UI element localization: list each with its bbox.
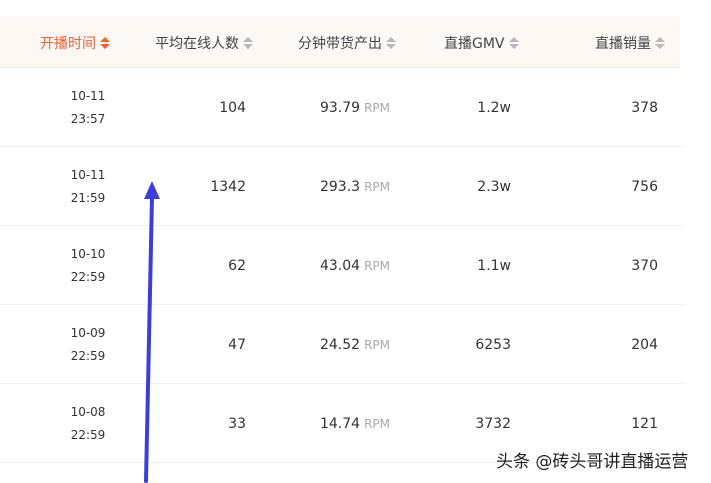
column-header-label: 开播时间 (40, 35, 96, 52)
gmv-cell: 2.3w (477, 178, 511, 195)
table-row[interactable]: 10-09 22:59 47 24.52 RPM 6253 204 (0, 305, 684, 384)
start-time-cell: 10-09 22:59 (60, 305, 116, 384)
rpm-unit: RPM (364, 100, 390, 115)
gmv-cell: 6253 (475, 336, 511, 353)
avg-online-cell: 47 (228, 336, 246, 353)
column-header-label: 分钟带货产出 (298, 35, 382, 52)
per-minute-output-cell: 293.3 RPM (280, 147, 390, 226)
start-time: 22:59 (70, 348, 106, 363)
sales-cell: 756 (631, 178, 658, 195)
per-minute-output-cell: 24.52 RPM (280, 305, 390, 384)
start-time: 22:59 (70, 269, 106, 284)
per-minute-value: 293.3 (319, 178, 361, 195)
per-minute-value: 24.52 (319, 336, 361, 353)
start-date: 10-11 (70, 167, 106, 182)
watermark: 头条 @砖头哥讲直播运营 (496, 452, 689, 472)
per-minute-output-cell: 14.74 RPM (280, 384, 390, 463)
start-time-cell: 10-11 21:59 (60, 147, 116, 226)
sales-cell: 378 (631, 99, 658, 116)
start-date: 10-09 (70, 325, 106, 340)
rpm-unit: RPM (364, 179, 390, 194)
rpm-unit: RPM (364, 258, 390, 273)
column-header-label: 直播销量 (595, 35, 651, 52)
avg-online-cell: 33 (228, 415, 246, 432)
column-header-label: 直播GMV (444, 35, 505, 52)
sort-icon[interactable] (100, 36, 110, 49)
start-time-cell: 10-11 23:57 (60, 68, 116, 147)
column-header-avg-online[interactable]: 平均在线人数 (155, 17, 253, 68)
start-date: 10-11 (70, 88, 106, 103)
gmv-cell: 1.2w (477, 99, 511, 116)
sales-cell: 204 (631, 336, 658, 353)
per-minute-output-cell: 93.79 RPM (280, 68, 390, 147)
live-sessions-table: 开播时间 平均在线人数 分钟带货产出 直播GMV 直播销量 10-11 23:5… (0, 17, 684, 463)
table-row[interactable]: 10-11 21:59 1342 293.3 RPM 2.3w 756 (0, 147, 684, 226)
per-minute-value: 93.79 (319, 99, 361, 116)
avg-online-cell: 62 (228, 257, 246, 274)
start-date: 10-08 (70, 404, 106, 419)
per-minute-value: 14.74 (319, 415, 361, 432)
column-header-per-minute-output[interactable]: 分钟带货产出 (298, 17, 396, 68)
gmv-cell: 1.1w (477, 257, 511, 274)
start-date: 10-10 (70, 246, 106, 261)
start-time-cell: 10-10 22:59 (60, 226, 116, 305)
start-time: 21:59 (70, 190, 106, 205)
table-header: 开播时间 平均在线人数 分钟带货产出 直播GMV 直播销量 (0, 17, 680, 68)
page: 开播时间 平均在线人数 分钟带货产出 直播GMV 直播销量 10-11 23:5… (0, 0, 711, 483)
avg-online-cell: 104 (219, 99, 246, 116)
sort-icon[interactable] (508, 36, 519, 49)
rpm-unit: RPM (364, 337, 390, 352)
start-time: 22:59 (70, 427, 106, 442)
table-row[interactable]: 10-10 22:59 62 43.04 RPM 1.1w 370 (0, 226, 684, 305)
per-minute-output-cell: 43.04 RPM (280, 226, 390, 305)
sales-cell: 370 (631, 257, 658, 274)
sort-icon[interactable] (243, 36, 253, 49)
sort-icon[interactable] (655, 36, 665, 49)
column-header-start-time[interactable]: 开播时间 (40, 17, 110, 68)
rpm-unit: RPM (364, 416, 390, 431)
per-minute-value: 43.04 (319, 257, 361, 274)
start-time: 23:57 (70, 111, 106, 126)
table-row[interactable]: 10-11 23:57 104 93.79 RPM 1.2w 378 (0, 68, 684, 147)
start-time-cell: 10-08 22:59 (60, 384, 116, 463)
column-header-gmv[interactable]: 直播GMV (444, 17, 519, 68)
column-header-sales[interactable]: 直播销量 (595, 17, 665, 68)
sort-icon[interactable] (386, 36, 396, 49)
avg-online-cell: 1342 (210, 178, 246, 195)
column-header-label: 平均在线人数 (155, 35, 239, 52)
